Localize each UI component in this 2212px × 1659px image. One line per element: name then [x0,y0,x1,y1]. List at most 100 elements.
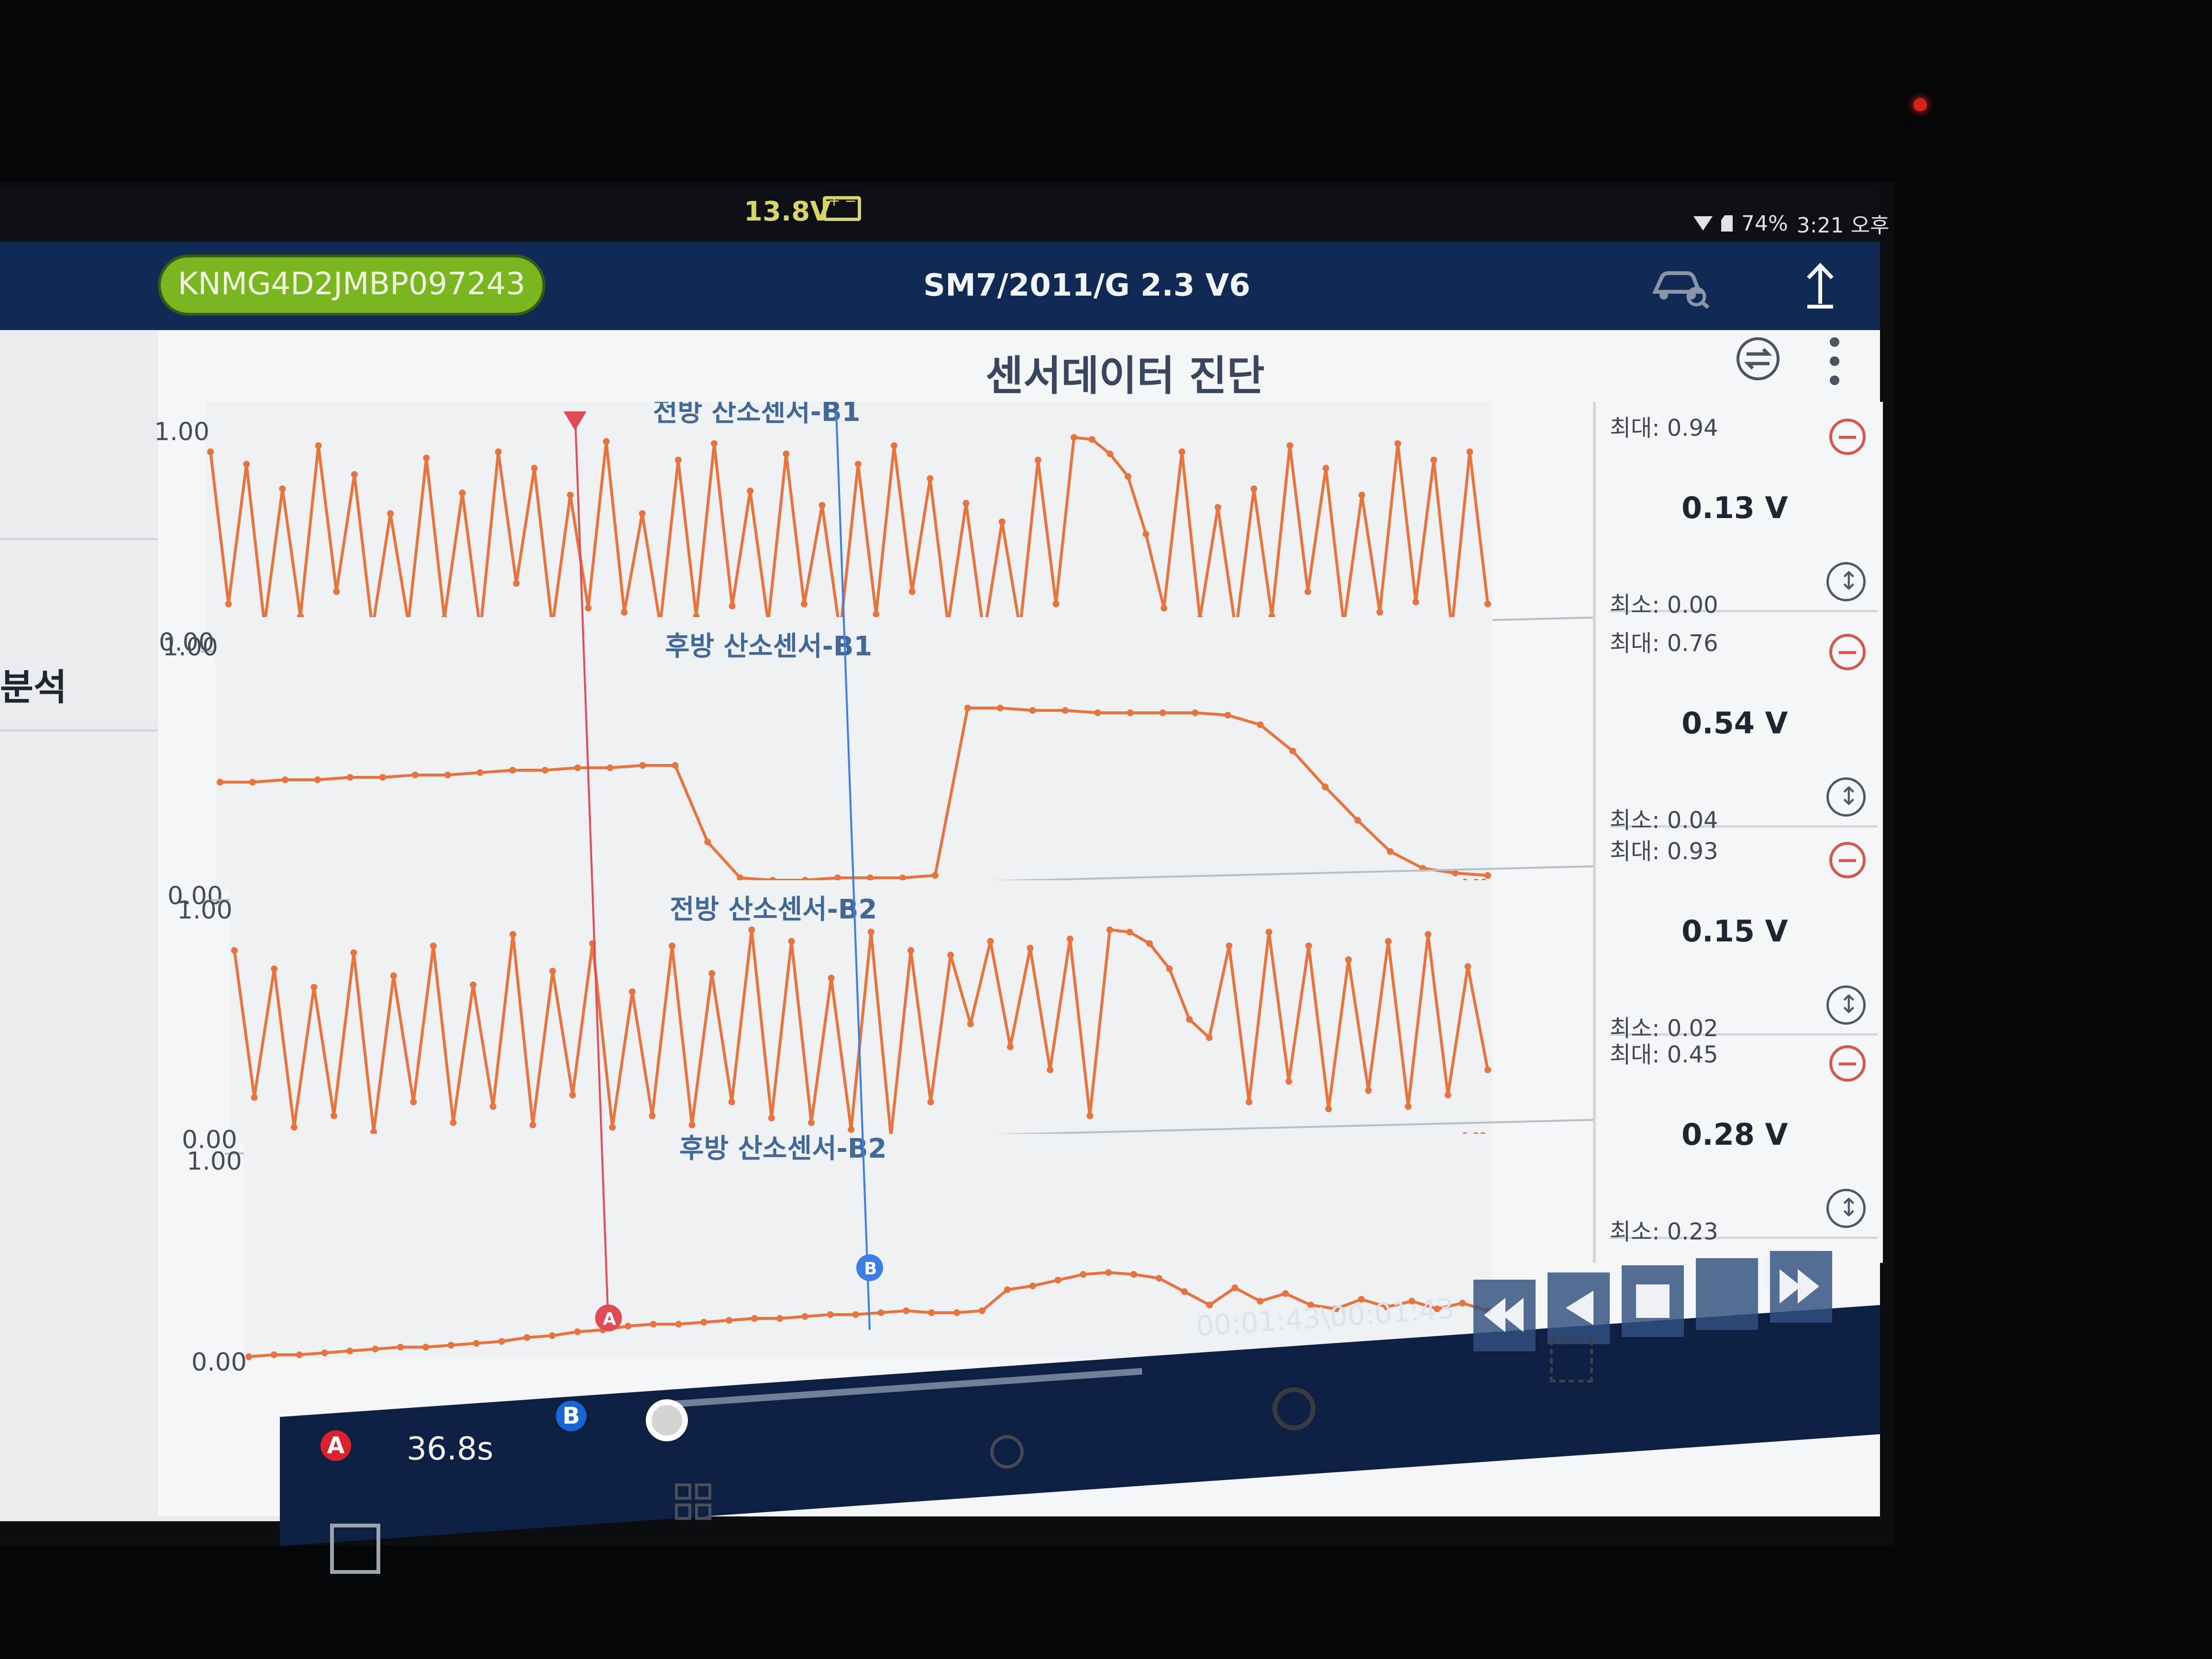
sensor-data-point [333,588,340,595]
sensor-data-point [967,1020,974,1028]
scale-icon[interactable] [1826,1189,1866,1228]
sensor-data-point [978,1307,985,1314]
rewind-button[interactable] [1473,1280,1536,1351]
sensor-data-point [549,968,556,974]
stop-button[interactable] [1622,1265,1684,1337]
sensor-data-point [1250,485,1258,492]
sensor-data-point [1214,504,1221,511]
left-panel-partial-label[interactable]: 분석 [0,658,67,710]
sensor-line-chart[interactable]: 전방 산소센서-B11.000.000.20후방 산소센서-B11.000.00… [153,402,1612,1414]
device-status-led [1913,98,1927,111]
sensor-data-point [1006,1043,1014,1051]
sensor-data-point [607,764,614,771]
sensor-data-point [873,611,880,618]
sensor-data-point [866,874,874,881]
sensor-data-point [231,947,238,954]
series-title: 후방 산소센서-B1 [665,631,873,662]
current-value: 0.28 V [1681,1117,1788,1152]
sensor-data-point [987,938,994,945]
grid-icon[interactable] [675,1483,713,1521]
sensor-data-point [609,1124,616,1131]
car-search-icon[interactable] [1646,261,1710,309]
sensor-data-point [249,779,256,785]
swap-icon[interactable] [1732,332,1784,385]
sensor-data-point [281,776,288,783]
sensor-data-point [1325,1106,1332,1112]
y-tick-label: 1.00 [177,896,232,925]
sensor-data-point [1484,600,1491,608]
sensor-data-point [927,1098,934,1106]
sensor-data-point [1192,709,1199,716]
sensor-data-point [397,1344,404,1350]
sensor-data-point [1126,929,1133,936]
sensor-data-point [620,608,628,616]
sensor-data-point [947,951,954,959]
series-title: 후방 산소센서-B2 [679,1133,887,1164]
sensor-data-point [217,779,223,785]
sensor-data-point [1161,605,1168,612]
play-button[interactable] [1696,1258,1758,1330]
sensor-data-point [668,942,675,950]
cursor-a-marker[interactable]: A [321,1430,351,1461]
sensor-data-point [827,1311,834,1318]
sensor-data-point [907,947,914,954]
sensor-data-point [996,705,1004,711]
previous-button[interactable] [1548,1272,1610,1344]
sensor-data-point [270,1351,277,1358]
scale-icon[interactable] [1826,777,1866,817]
sensor-data-point [1159,709,1166,716]
scale-icon[interactable] [1826,985,1866,1025]
remove-sensor-icon[interactable] [1829,634,1866,670]
sensor-data-point [1105,1269,1112,1276]
sensor-data-point [1226,942,1233,950]
sensor-data-point [1444,1092,1451,1099]
sensor-data-point [315,442,322,449]
home-square-icon[interactable] [330,1524,380,1574]
cursor-label: A [603,1309,616,1329]
sensor-data-point [675,456,682,464]
playback-progress-handle[interactable] [646,1399,688,1441]
min-value: 최소: 0.04 [1610,807,1718,834]
min-value: 최소: 0.23 [1610,1218,1718,1245]
sensor-data-point [1062,707,1069,714]
current-value: 0.15 V [1681,914,1788,949]
sensor-data-point [603,438,610,445]
sensor-data-point [585,605,592,612]
sensor-data-point [649,1112,656,1119]
sensor-data-point [1354,817,1361,824]
cursor-b-marker[interactable]: B [556,1401,586,1431]
sensor-data-point [808,1119,815,1126]
remove-sensor-icon[interactable] [1829,419,1866,455]
sensor-data-point [748,926,755,933]
sensor-data-point [1052,600,1060,608]
remove-sensor-icon[interactable] [1829,842,1866,878]
sensor-data-point [542,767,549,774]
rear-oxygen-sensor-b2-readout: 최대: 0.45 0.28 V 최소: 0.23 [1610,1036,1878,1245]
min-value: 최소: 0.00 [1610,592,1718,619]
scale-icon[interactable] [1826,562,1866,601]
fullscreen-icon[interactable] [1550,1339,1593,1382]
sensor-data-point [351,471,358,478]
sensor-data-point [728,1098,735,1106]
sensor-data-point [710,440,718,447]
sensor-data-point [1304,588,1311,595]
sensor-data-point [390,972,397,979]
remove-sensor-icon[interactable] [1829,1045,1866,1082]
sensor-data-point [1425,931,1432,938]
battery-percent: 74% [1741,211,1788,236]
upload-icon[interactable] [1803,261,1837,311]
globe-icon[interactable] [990,1435,1024,1469]
sensor-data-point [567,491,574,498]
android-status-bar [0,189,1880,242]
sensor-data-point [379,774,386,781]
sensor-data-point [1224,712,1231,719]
sensor-data-point [1365,1087,1372,1094]
sensor-data-point [1322,465,1329,472]
forward-button[interactable] [1770,1251,1832,1323]
sensor-data-point [1027,945,1034,951]
more-icon[interactable] [1827,335,1842,387]
sensor-data-point [1206,1034,1213,1041]
settings-icon[interactable] [1272,1387,1316,1430]
sensor-data-point [314,776,321,783]
sensor-data-point [350,949,357,956]
